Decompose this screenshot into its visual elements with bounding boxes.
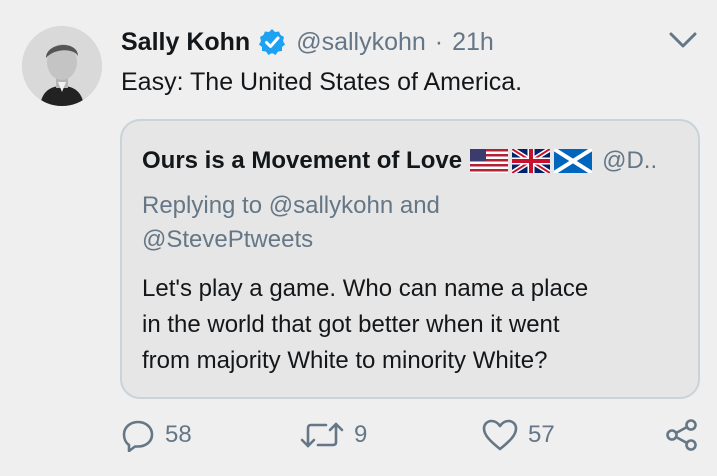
- flag-emojis: [470, 149, 593, 173]
- like-icon: [482, 419, 518, 451]
- replying-mention-1[interactable]: @sallykohn: [269, 192, 393, 219]
- avatar-photo: [22, 26, 102, 106]
- avatar[interactable]: [22, 26, 102, 106]
- tweet-header: Sally Kohn @sallykohn · 21h: [121, 24, 494, 60]
- reply-button[interactable]: 58: [121, 410, 192, 460]
- chevron-down-icon[interactable]: [666, 28, 700, 52]
- uk-flag-icon: [512, 149, 551, 173]
- retweet-button[interactable]: 9: [300, 410, 367, 460]
- quoted-text-line: in the world that got better when it wen…: [142, 311, 560, 338]
- quoted-author-name: Ours is a Movement of Love: [142, 147, 463, 174]
- verified-badge-icon: [258, 28, 286, 56]
- quoted-text-line: from majority White to minority White?: [142, 347, 548, 374]
- quoted-tweet[interactable]: Ours is a Movement of Love @D.. Replying…: [120, 119, 700, 399]
- replying-and: and: [399, 192, 440, 219]
- replying-mention-2[interactable]: @StevePtweets: [142, 226, 313, 253]
- us-flag-icon: [470, 149, 509, 173]
- like-button[interactable]: 57: [482, 410, 555, 460]
- quoted-text: Let's play a game. Who can name a place …: [142, 271, 682, 379]
- reply-icon: [122, 420, 154, 452]
- separator-dot: ·: [434, 27, 444, 56]
- reply-count: 58: [165, 421, 192, 448]
- author-handle[interactable]: @sallykohn: [296, 28, 426, 57]
- replying-to: Replying to @sallykohn and @StevePtweets: [142, 189, 562, 257]
- retweet-icon: [300, 422, 344, 448]
- tweet-text: Easy: The United States of America.: [121, 68, 523, 96]
- share-icon: [666, 419, 697, 451]
- replying-prefix: Replying to: [142, 192, 263, 219]
- timestamp[interactable]: 21h: [452, 28, 494, 57]
- quoted-author-handle: @D..: [602, 147, 658, 174]
- like-count: 57: [528, 421, 555, 448]
- quoted-text-line: Let's play a game. Who can name a place: [142, 275, 589, 302]
- quoted-header: Ours is a Movement of Love @D..: [142, 143, 657, 179]
- scotland-flag-icon: [554, 149, 593, 173]
- author-name[interactable]: Sally Kohn: [121, 28, 250, 57]
- action-bar: 58 9 57: [0, 410, 717, 460]
- retweet-count: 9: [354, 421, 368, 448]
- share-button[interactable]: [665, 410, 699, 460]
